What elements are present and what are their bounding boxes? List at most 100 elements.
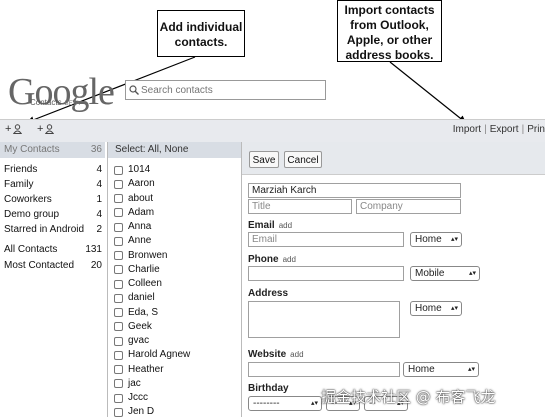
export-link[interactable]: Export — [490, 124, 519, 135]
contact-name: Anne — [128, 235, 152, 247]
save-button[interactable]: Save — [249, 151, 279, 168]
search-input[interactable] — [141, 84, 311, 96]
contact-checkbox[interactable] — [114, 407, 123, 417]
contact-list-item[interactable]: Anna — [114, 220, 151, 234]
contact-list-item[interactable]: Harold Agnew — [114, 348, 190, 362]
contact-list-item[interactable]: Colleen — [114, 277, 162, 291]
group-label: My Contacts — [4, 144, 60, 155]
add-contact-button[interactable]: + — [5, 123, 23, 135]
phone-type-select[interactable]: Mobile ▴▾ — [410, 266, 480, 281]
address-label: Address — [248, 288, 289, 299]
contact-checkbox[interactable] — [114, 308, 123, 317]
group-count: 4 — [96, 209, 102, 220]
callout-add-contacts: Add individual contacts. — [157, 10, 245, 57]
email-type-value: Home — [415, 234, 442, 245]
contact-checkbox[interactable] — [114, 208, 123, 218]
website-type-value: Home — [408, 364, 435, 375]
updown-arrow-icon: ▴▾ — [467, 366, 475, 373]
contact-list-item[interactable]: Eda, S — [114, 306, 158, 320]
import-link[interactable]: Import — [453, 124, 481, 135]
contacts-logo-subtitle: Contacts BETA — [30, 98, 80, 107]
phone-field[interactable] — [248, 266, 404, 281]
search-box[interactable] — [125, 80, 326, 100]
contact-checkbox[interactable] — [114, 336, 123, 346]
select-all-none[interactable]: Select: All, None — [108, 142, 241, 158]
group-all-contacts[interactable]: All Contacts 131 — [0, 243, 105, 257]
contact-checkbox[interactable] — [114, 265, 123, 275]
contact-name: Jccc — [128, 392, 148, 403]
updown-arrow-icon: ▴▾ — [310, 400, 318, 407]
title-field[interactable]: Title — [248, 199, 352, 214]
contact-checkbox[interactable] — [114, 251, 123, 260]
search-icon — [129, 85, 139, 95]
contact-list-item[interactable]: 1014 — [114, 163, 150, 177]
contact-checkbox[interactable] — [114, 165, 123, 175]
cancel-button[interactable]: Cancel — [284, 151, 322, 168]
contact-list-item[interactable]: gvac — [114, 334, 149, 348]
contact-list-item[interactable]: about — [114, 192, 153, 206]
phone-add-link[interactable]: add — [283, 255, 296, 264]
contact-name: Charlie — [128, 263, 160, 275]
group-starred-android[interactable]: Starred in Android 2 — [0, 223, 105, 237]
group-family[interactable]: Family 4 — [0, 178, 105, 192]
contact-list-item[interactable]: Anne — [114, 234, 151, 248]
contact-name: gvac — [128, 335, 150, 346]
birthday-month-select[interactable]: -------- ▴▾ — [248, 396, 322, 411]
contact-checkbox[interactable] — [114, 393, 123, 403]
group-coworkers[interactable]: Coworkers 1 — [0, 193, 105, 207]
contact-checkbox[interactable] — [114, 350, 123, 360]
contact-checkbox[interactable] — [114, 293, 123, 303]
address-type-select[interactable]: Home ▴▾ — [410, 301, 462, 316]
group-count: 131 — [85, 244, 102, 255]
print-link[interactable]: Prin — [527, 124, 545, 135]
contact-checkbox[interactable] — [114, 179, 123, 189]
company-field[interactable]: Company — [356, 199, 461, 214]
contact-checkbox[interactable] — [114, 322, 123, 332]
add-group-button[interactable]: + — [37, 123, 55, 135]
contact-list-item[interactable]: Charlie — [114, 263, 160, 277]
callout-line: Apple, or other — [346, 33, 433, 47]
separator: | — [484, 124, 487, 135]
group-label: Starred in Android — [4, 224, 85, 235]
email-label: Email add — [248, 220, 292, 231]
contact-list-item[interactable]: Aaron — [114, 177, 155, 191]
group-count: 4 — [96, 179, 102, 190]
callout-line: address books. — [345, 48, 434, 62]
contact-list-item[interactable]: Adam — [114, 206, 154, 220]
contact-name: Bronwen — [128, 249, 168, 261]
watermark: 掘金技术社区 @ 布客飞龙 — [321, 388, 496, 406]
beta-badge: BETA — [64, 101, 80, 107]
website-type-select[interactable]: Home ▴▾ — [403, 362, 479, 377]
group-my-contacts[interactable]: My Contacts 36 — [0, 142, 105, 158]
contact-list-item[interactable]: jac — [114, 377, 141, 391]
callout-line: Add individual — [159, 20, 243, 34]
email-type-select[interactable]: Home ▴▾ — [410, 232, 462, 247]
contact-checkbox[interactable] — [114, 379, 123, 389]
contact-checkbox[interactable] — [114, 222, 123, 232]
contact-list-item[interactable]: Geek — [114, 320, 152, 334]
updown-arrow-icon: ▴▾ — [450, 305, 458, 312]
website-field[interactable] — [248, 362, 400, 377]
group-demo[interactable]: Demo group 4 — [0, 208, 105, 222]
email-add-link[interactable]: add — [279, 221, 292, 230]
contact-list-item[interactable]: Jccc — [114, 391, 148, 405]
website-add-link[interactable]: add — [290, 350, 303, 359]
group-most-contacted[interactable]: Most Contacted 20 — [0, 259, 105, 273]
contact-name: about — [128, 192, 154, 204]
name-field[interactable]: Marziah Karch — [248, 183, 461, 198]
contact-list-item[interactable]: Bronwen — [114, 249, 167, 263]
contact-list-item[interactable]: daniel — [114, 291, 155, 305]
address-field[interactable] — [248, 301, 400, 338]
contact-checkbox[interactable] — [114, 279, 123, 289]
updown-arrow-icon: ▴▾ — [450, 236, 458, 243]
logo-subtitle-text: Contacts — [30, 98, 62, 107]
contact-name: Aaron — [128, 178, 155, 190]
contact-checkbox[interactable] — [114, 236, 123, 246]
group-friends[interactable]: Friends 4 — [0, 163, 105, 177]
email-field[interactable]: Email — [248, 232, 404, 247]
contact-list-item[interactable]: Heather — [114, 363, 164, 377]
website-label: Website add — [248, 349, 304, 360]
contact-checkbox[interactable] — [114, 194, 123, 203]
contact-name: Harold Agnew — [128, 349, 191, 361]
contact-checkbox[interactable] — [114, 365, 123, 374]
